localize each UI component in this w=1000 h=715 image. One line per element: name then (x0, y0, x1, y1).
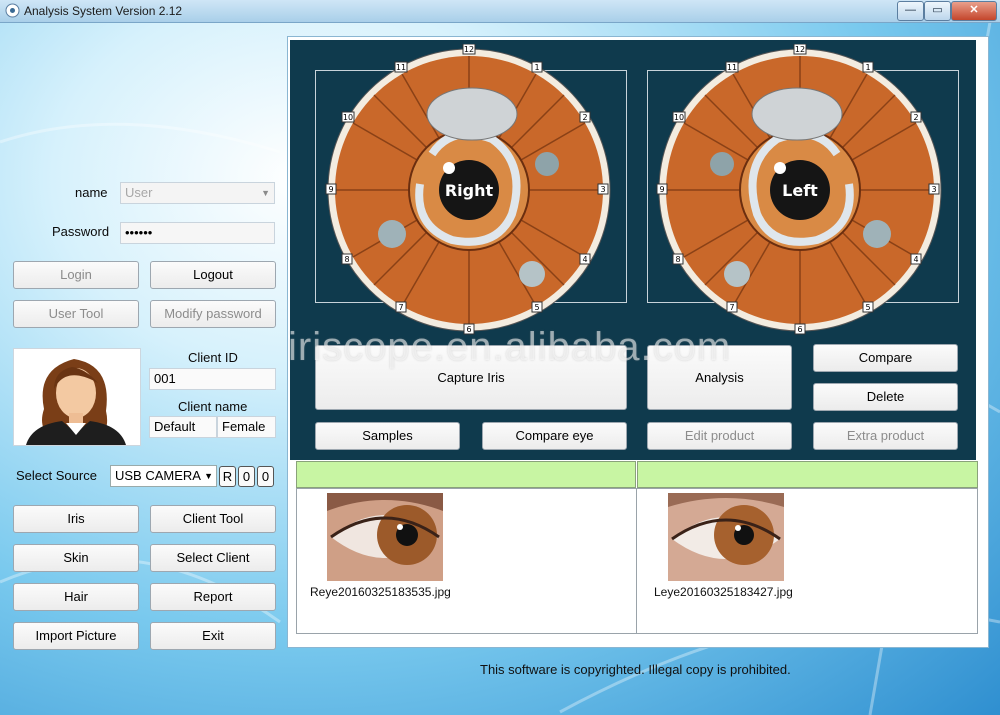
app-icon (5, 3, 20, 18)
iris-button[interactable]: Iris (13, 505, 139, 533)
brain-organ-icon (426, 87, 518, 141)
svg-text:11: 11 (396, 63, 406, 72)
svg-text:4: 4 (913, 255, 918, 264)
chevron-down-icon: ▼ (204, 471, 213, 481)
client-name-field[interactable]: Default (149, 416, 217, 438)
compare-eye-button[interactable]: Compare eye (482, 422, 627, 450)
left-image-filename: Leye20160325183427.jpg (654, 585, 793, 599)
svg-text:10: 10 (343, 113, 353, 122)
right-image-filename: Reye20160325183535.jpg (310, 585, 451, 599)
svg-text:9: 9 (659, 185, 664, 194)
compare-button[interactable]: Compare (813, 344, 958, 372)
left-image-header (637, 461, 978, 488)
modify-password-button[interactable]: Modify password (150, 300, 276, 328)
svg-text:12: 12 (795, 45, 805, 54)
right-image-header (296, 461, 636, 488)
svg-text:12: 12 (464, 45, 474, 54)
right-iris-chart[interactable]: Right 12 1 2 3 4 5 6 7 8 9 10 11 (322, 44, 616, 336)
svg-text:3: 3 (600, 185, 605, 194)
svg-text:8: 8 (344, 255, 349, 264)
watermark-text: iriscope.en.alibaba.com (288, 325, 732, 369)
window-title: Analysis System Version 2.12 (24, 4, 183, 18)
svg-text:8: 8 (675, 255, 680, 264)
svg-text:3: 3 (931, 185, 936, 194)
organ-icon (519, 261, 545, 287)
organ-icon (724, 261, 750, 287)
select-source-label: Select Source (16, 468, 97, 483)
left-iris-chart[interactable]: Left 12 1 2 3 4 5 6 7 8 9 10 11 (653, 44, 947, 336)
source-select-value: USB CAMERA (115, 468, 201, 483)
logout-button[interactable]: Logout (150, 261, 276, 289)
password-field[interactable]: •••••• (120, 222, 275, 244)
organ-icon (378, 220, 406, 248)
client-id-field[interactable]: 001 (149, 368, 276, 390)
eye-image (327, 493, 443, 581)
svg-text:7: 7 (729, 303, 734, 312)
edit-product-button[interactable]: Edit product (647, 422, 792, 450)
hair-button[interactable]: Hair (13, 583, 139, 611)
minimize-button[interactable]: — (897, 1, 924, 21)
svg-text:4: 4 (582, 255, 587, 264)
source-select[interactable]: USB CAMERA ▼ (110, 465, 217, 487)
client-tool-button[interactable]: Client Tool (150, 505, 276, 533)
chevron-down-icon: ▼ (261, 188, 270, 198)
r-button[interactable]: R (219, 466, 236, 487)
avatar-icon (26, 359, 126, 445)
client-name-label: Client name (178, 399, 248, 414)
svg-text:11: 11 (727, 63, 737, 72)
svg-text:9: 9 (328, 185, 333, 194)
close-button[interactable]: ✕ (951, 1, 997, 21)
samples-button[interactable]: Samples (315, 422, 460, 450)
left-eye-thumbnail[interactable] (668, 493, 784, 581)
svg-text:1: 1 (865, 63, 870, 72)
organ-icon (863, 220, 891, 248)
user-select-value: User (125, 185, 153, 200)
login-button[interactable]: Login (13, 261, 139, 289)
svg-text:7: 7 (398, 303, 403, 312)
user-select[interactable]: User ▼ (120, 182, 275, 204)
client-id-label: Client ID (188, 350, 238, 365)
select-client-button[interactable]: Select Client (150, 544, 276, 572)
eye-image (668, 493, 784, 581)
zero-button-b[interactable]: 0 (257, 466, 274, 487)
svg-text:5: 5 (534, 303, 539, 312)
name-label: name (75, 185, 108, 200)
import-picture-button[interactable]: Import Picture (13, 622, 139, 650)
svg-text:2: 2 (913, 113, 918, 122)
client-gender-field[interactable]: Female (217, 416, 276, 438)
password-label: Password (52, 224, 110, 239)
app-window: Analysis System Version 2.12 — ▭ ✕ name … (0, 0, 1000, 715)
svg-text:10: 10 (674, 113, 684, 122)
svg-text:6: 6 (797, 325, 802, 334)
zero-button-a[interactable]: 0 (238, 466, 255, 487)
title-bar: Analysis System Version 2.12 — ▭ ✕ (0, 0, 1000, 23)
organ-icon (710, 152, 734, 176)
skin-button[interactable]: Skin (13, 544, 139, 572)
maximize-button[interactable]: ▭ (924, 1, 951, 21)
svg-text:2: 2 (582, 113, 587, 122)
left-iris-label: Left (782, 181, 818, 200)
svg-text:1: 1 (534, 63, 539, 72)
svg-text:5: 5 (865, 303, 870, 312)
delete-button[interactable]: Delete (813, 383, 958, 411)
extra-product-button[interactable]: Extra product (813, 422, 958, 450)
client-avatar (13, 348, 141, 446)
brain-organ-icon (751, 87, 843, 141)
right-eye-thumbnail[interactable] (327, 493, 443, 581)
report-button[interactable]: Report (150, 583, 276, 611)
exit-button[interactable]: Exit (150, 622, 276, 650)
organ-icon (535, 152, 559, 176)
copyright-notice: This software is copyrighted. Illegal co… (480, 662, 791, 677)
user-tool-button[interactable]: User Tool (13, 300, 139, 328)
right-iris-label: Right (445, 181, 494, 200)
